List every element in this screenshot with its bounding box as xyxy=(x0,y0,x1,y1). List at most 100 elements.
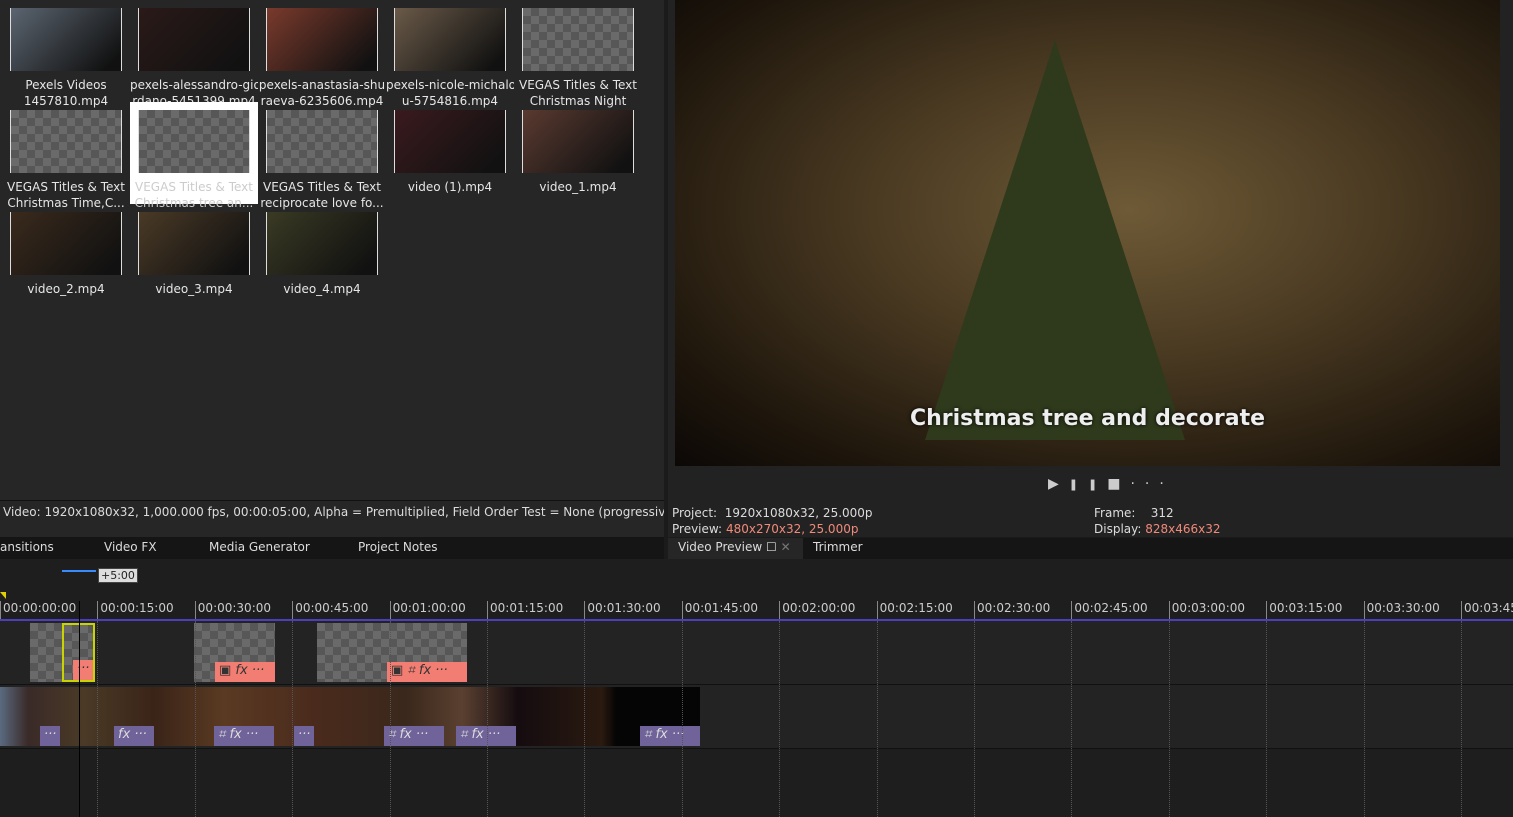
media-label: video (1).mp4 xyxy=(407,180,493,194)
media-item[interactable]: video_4.mp4 xyxy=(258,204,386,306)
media-item[interactable]: video_3.mp4 xyxy=(130,204,258,306)
fx-buttons[interactable]: ▣ fx ··· xyxy=(215,662,275,682)
media-item[interactable]: VEGAS Titles & Text reciprocate love fo..… xyxy=(258,102,386,210)
fx-buttons[interactable]: ⌗ fx ··· xyxy=(640,726,700,746)
more-icon[interactable]: ··· xyxy=(1130,476,1173,492)
tab-label: Video Preview xyxy=(678,540,763,554)
grid-line xyxy=(681,621,683,817)
fx-buttons[interactable]: ⌗ fx ··· xyxy=(384,726,444,746)
project-value: 1920x1080x32, 25.000p xyxy=(724,506,873,520)
ruler-label: 00:03:30:00 xyxy=(1363,601,1440,619)
media-item[interactable]: VEGAS Titles & Text Christmas Night xyxy=(514,0,642,108)
frame-value: 312 xyxy=(1150,506,1174,520)
play-icon[interactable]: ▶ xyxy=(1048,476,1069,492)
preview-caption: Christmas tree and decorate xyxy=(909,406,1266,431)
close-icon[interactable]: ✕ xyxy=(781,540,791,554)
media-item[interactable]: pexels-nicole-michalo u-5754816.mp4 xyxy=(386,0,514,108)
grid-line xyxy=(974,621,975,817)
tab-transitions[interactable]: ansitions xyxy=(0,540,54,554)
media-thumbnail xyxy=(522,110,634,173)
title-clip[interactable] xyxy=(30,623,62,682)
media-label: video_1.mp4 xyxy=(539,180,617,194)
grid-line xyxy=(1168,621,1170,817)
frame-label: Frame: xyxy=(1094,506,1136,520)
ruler-label: 00:01:45:00 xyxy=(681,601,758,619)
ruler-label: 00:02:45:00 xyxy=(1071,601,1148,619)
ruler-label: 00:02:15:00 xyxy=(876,601,953,619)
media-info-bar: Video: 1920x1080x32, 1,000.000 fps, 00:0… xyxy=(0,500,664,537)
ruler-label: 00:01:15:00 xyxy=(487,601,563,619)
grid-line xyxy=(1363,621,1365,817)
tab-project-notes[interactable]: Project Notes xyxy=(358,540,438,554)
stop-icon[interactable]: ■ xyxy=(1107,476,1130,492)
media-label: video_4.mp4 xyxy=(283,282,361,296)
ruler-label: 00:02:30:00 xyxy=(974,601,1050,619)
grid-line xyxy=(584,621,586,817)
ruler-label: 00:03:00:00 xyxy=(1168,601,1245,619)
playhead[interactable] xyxy=(79,601,80,817)
track-titles: ··· ▣ fx ··· ▣ ⌗ fx ··· xyxy=(0,621,1513,685)
maximize-icon[interactable]: ☐ xyxy=(766,540,777,554)
media-item[interactable]: pexels-anastasia-shu raeva-6235606.mp4 xyxy=(258,0,386,108)
media-thumbnail xyxy=(138,110,250,173)
media-item[interactable]: video_1.mp4 xyxy=(514,102,642,204)
offset-arrow xyxy=(62,570,96,572)
tab-trimmer[interactable]: Trimmer xyxy=(813,540,863,554)
tab-video-fx[interactable]: Video FX xyxy=(104,540,157,554)
ruler-label: 00:03:45:00 xyxy=(1461,601,1513,619)
ruler-label: 00:01:30:00 xyxy=(584,601,661,619)
loop-marker[interactable] xyxy=(0,592,6,599)
pause-icon[interactable]: ❚❚ xyxy=(1069,478,1107,491)
display-label: Display: xyxy=(1094,522,1142,536)
grid-line xyxy=(194,621,196,817)
grid-line xyxy=(487,621,488,817)
media-item[interactable]: video (1).mp4 xyxy=(386,102,514,204)
media-thumbnail xyxy=(266,8,378,71)
media-thumbnail xyxy=(394,8,506,71)
video-clips[interactable]: ··· fx ··· ⌗ fx ··· ··· ⌗ fx ··· ⌗ fx ··… xyxy=(0,687,700,746)
media-thumbnail xyxy=(522,8,634,71)
frame-info: Frame: 312 Display: 828x466x32 xyxy=(1094,505,1221,537)
media-thumbnail xyxy=(138,212,250,275)
grid-line xyxy=(1461,621,1462,817)
timeline: +5:00 00:00:00:00 00:00:15:00 00:00:30:00 0… xyxy=(0,559,1513,817)
preview-info: Project: 1920x1080x32, 25.000p Preview: … xyxy=(672,505,873,537)
more-icon[interactable]: ··· xyxy=(73,660,93,680)
offset-badge: +5:00 xyxy=(98,568,138,583)
media-thumbnail xyxy=(138,8,250,71)
media-item[interactable]: VEGAS Titles & Text Christmas tree an... xyxy=(130,102,258,210)
grid-line xyxy=(779,621,781,817)
preview-value: 480x270x32, 25.000p xyxy=(725,522,859,536)
title-clip[interactable]: ▣ ⌗ fx ··· xyxy=(317,623,467,682)
media-bin: Pexels Videos 1457810.mp4 pexels-alessandr… xyxy=(0,0,664,500)
grid-line xyxy=(1071,621,1073,817)
media-item[interactable]: Pexels Videos 1457810.mp4 xyxy=(2,0,130,108)
ruler-label: 00:00:00:00 xyxy=(0,601,76,619)
media-item[interactable]: VEGAS Titles & Text Christmas Time,C... xyxy=(2,102,130,210)
track-video: ··· fx ··· ⌗ fx ··· ··· ⌗ fx ··· ⌗ fx ··… xyxy=(0,685,1513,749)
ruler-label: 00:03:15:00 xyxy=(1266,601,1342,619)
grid-line xyxy=(389,621,391,817)
grid-line xyxy=(1266,621,1268,817)
tab-media-generator[interactable]: Media Generator xyxy=(209,540,310,554)
fx-buttons[interactable]: ⌗ fx ··· xyxy=(456,726,516,746)
fx-buttons[interactable]: fx ··· xyxy=(114,726,154,746)
grid-line xyxy=(292,621,294,817)
ruler-label: 00:00:30:00 xyxy=(194,601,271,619)
media-thumbnail xyxy=(10,110,122,173)
fx-buttons[interactable]: ⌗ fx ··· xyxy=(214,726,274,746)
time-ruler[interactable]: 00:00:00:00 00:00:15:00 00:00:30:00 00:00:4… xyxy=(0,601,1513,621)
media-item[interactable]: pexels-alessandro-gio rdano-5451399.mp4 xyxy=(130,0,258,108)
christmas-tree-image xyxy=(925,40,1185,440)
fx-buttons[interactable]: ▣ ⌗ fx ··· xyxy=(387,662,467,682)
grid-line xyxy=(876,621,878,817)
preview-video: Christmas tree and decorate xyxy=(675,0,1500,466)
media-item[interactable]: video_2.mp4 xyxy=(2,204,130,306)
tab-video-preview[interactable]: Video Preview ☐ ✕ xyxy=(668,538,803,559)
project-label: Project: xyxy=(672,506,718,520)
more-icon[interactable]: ··· xyxy=(40,726,60,746)
title-clip[interactable]: ▣ fx ··· xyxy=(194,623,275,682)
right-tabs: Video Preview ☐ ✕ Trimmer xyxy=(668,538,1513,559)
grid-line xyxy=(97,621,99,817)
more-icon[interactable]: ··· xyxy=(294,726,314,746)
